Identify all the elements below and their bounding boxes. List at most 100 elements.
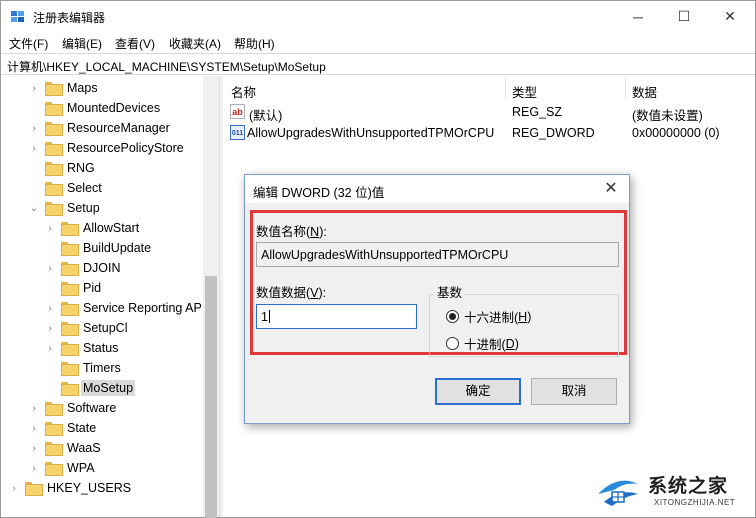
chevron-right-icon[interactable]: › <box>29 463 39 474</box>
chevron-right-icon[interactable]: › <box>45 323 55 334</box>
tree-item[interactable]: BuildUpdate <box>45 238 151 258</box>
menu-file[interactable]: 文件(F) <box>9 35 48 52</box>
tree-item[interactable]: RNG <box>29 158 95 178</box>
tree-item-label: Maps <box>67 81 98 95</box>
chevron-right-icon[interactable]: › <box>29 83 39 94</box>
tree-item[interactable]: MoSetup <box>45 378 136 398</box>
radio-hexadecimal[interactable]: 十六进制(H) <box>446 307 531 326</box>
value-type: REG_DWORD <box>512 126 595 140</box>
folder-icon <box>45 422 63 436</box>
value-row[interactable]: 011 AllowUpgradesWithUnsupportedTPMOrCPU… <box>223 123 755 143</box>
tree-scrollbar[interactable] <box>203 76 219 518</box>
folder-icon <box>45 462 63 476</box>
tree-item[interactable]: Pid <box>45 278 101 298</box>
tree-item-label: AllowStart <box>83 221 140 235</box>
tree-item[interactable]: › DJOIN <box>45 258 121 278</box>
tree-item[interactable]: › Service Reporting AP <box>45 298 202 318</box>
close-button[interactable]: ✕ <box>707 1 753 32</box>
maximize-icon: ☐ <box>677 8 691 24</box>
tree-item[interactable]: › SetupCl <box>45 318 127 338</box>
window-title: 注册表编辑器 <box>33 11 106 25</box>
tree-item-label: Software <box>67 401 117 415</box>
maximize-button[interactable]: ☐ <box>661 1 707 32</box>
chevron-right-icon[interactable]: › <box>45 223 55 234</box>
value-name: AllowUpgradesWithUnsupportedTPMOrCPU <box>247 126 495 140</box>
string-value-icon: ab <box>230 104 245 119</box>
chevron-right-icon[interactable]: › <box>29 123 39 134</box>
folder-icon <box>61 362 79 376</box>
chevron-right-icon[interactable]: › <box>29 143 39 154</box>
column-data[interactable]: 数据 <box>632 82 657 101</box>
ok-button[interactable]: 确定 <box>435 378 521 405</box>
dialog-title-bar[interactable]: 编辑 DWORD (32 位)值 ✕ <box>245 175 629 203</box>
folder-icon <box>45 142 63 156</box>
value-data-input[interactable]: 1 <box>256 304 417 329</box>
radio-unselected-icon <box>446 337 459 350</box>
tree-item[interactable]: Timers <box>45 358 121 378</box>
chevron-down-icon[interactable]: ⌄ <box>29 203 39 214</box>
tree-item[interactable]: › State <box>29 418 96 438</box>
tree-item-label: SetupCl <box>83 321 128 335</box>
chevron-right-icon[interactable]: › <box>29 443 39 454</box>
tree-item[interactable]: › ResourceManager <box>29 118 170 138</box>
tree-item-label: Timers <box>83 361 121 375</box>
edit-dword-dialog: 编辑 DWORD (32 位)值 ✕ 数值名称(N): AllowUpgrade… <box>244 174 630 424</box>
tree-item[interactable]: › Software <box>29 398 116 418</box>
chevron-right-icon[interactable]: › <box>29 423 39 434</box>
radio-selected-icon <box>446 310 459 323</box>
tree-item-label: Pid <box>83 281 102 295</box>
tree-item[interactable]: › Maps <box>29 78 98 98</box>
tree-item[interactable]: Select <box>29 178 102 198</box>
folder-icon <box>45 182 63 196</box>
title-bar[interactable]: 注册表编辑器 ─ ☐ ✕ <box>1 1 755 32</box>
menu-view[interactable]: 查看(V) <box>115 35 155 52</box>
tree-item[interactable]: › ResourcePolicyStore <box>29 138 184 158</box>
cancel-button[interactable]: 取消 <box>531 378 617 405</box>
tree-item[interactable]: MountedDevices <box>29 98 160 118</box>
menu-help[interactable]: 帮助(H) <box>234 35 275 52</box>
tree-item[interactable]: ⌄ Setup <box>29 198 100 218</box>
column-divider[interactable] <box>625 76 626 100</box>
folder-icon <box>25 482 43 496</box>
tree-item[interactable]: › AllowStart <box>45 218 139 238</box>
text-caret <box>268 310 270 323</box>
site-watermark: 系统之家 XITONGZHIJIA.NET <box>594 468 754 516</box>
minimize-button[interactable]: ─ <box>615 1 661 32</box>
dialog-title: 编辑 DWORD (32 位)值 <box>253 186 385 200</box>
tree-item[interactable]: › WPA <box>29 458 95 478</box>
chevron-right-icon[interactable]: › <box>45 343 55 354</box>
value-data: 0x00000000 (0) <box>632 126 720 140</box>
column-divider[interactable] <box>505 76 506 100</box>
tree-item[interactable]: › HKEY_USERS <box>9 478 131 498</box>
chevron-right-icon[interactable]: › <box>9 483 19 494</box>
column-name[interactable]: 名称 <box>231 82 256 101</box>
chevron-right-icon[interactable]: › <box>45 263 55 274</box>
registry-app-icon <box>11 11 24 22</box>
tree-item-label: BuildUpdate <box>83 241 152 255</box>
tree-item-label: HKEY_USERS <box>47 481 132 495</box>
tree-item[interactable]: › WaaS <box>29 438 101 458</box>
base-group-label: 基数 <box>434 282 466 301</box>
tree-item-label: Select <box>67 181 102 195</box>
dialog-close-icon[interactable]: ✕ <box>599 178 623 200</box>
address-bar[interactable]: 计算机\HKEY_LOCAL_MACHINE\SYSTEM\Setup\MoSe… <box>1 53 755 75</box>
list-header: 名称 类型 数据 <box>223 76 755 100</box>
key-tree: › Maps MountedDevices › ResourceManager › Reso… <box>1 76 219 517</box>
folder-icon <box>61 342 79 356</box>
tree-item[interactable]: › Status <box>45 338 118 358</box>
address-path[interactable]: 计算机\HKEY_LOCAL_MACHINE\SYSTEM\Setup\MoSe… <box>7 58 326 75</box>
column-type[interactable]: 类型 <box>512 82 537 101</box>
folder-icon <box>45 122 63 136</box>
chevron-right-icon[interactable]: › <box>29 403 39 414</box>
tree-item-label: ResourceManager <box>67 121 170 135</box>
tree-scrollbar-thumb[interactable] <box>205 276 217 518</box>
chevron-right-icon[interactable]: › <box>45 303 55 314</box>
tree-item-label: Status <box>83 341 119 355</box>
value-row[interactable]: ab (默认) REG_SZ (数值未设置) <box>223 102 755 123</box>
menu-edit[interactable]: 编辑(E) <box>62 35 102 52</box>
radio-decimal[interactable]: 十进制(D) <box>446 334 519 353</box>
menu-favorites[interactable]: 收藏夹(A) <box>169 35 221 52</box>
close-icon: ✕ <box>724 8 736 24</box>
folder-icon <box>45 202 63 216</box>
tree-item-label: WPA <box>67 461 95 475</box>
